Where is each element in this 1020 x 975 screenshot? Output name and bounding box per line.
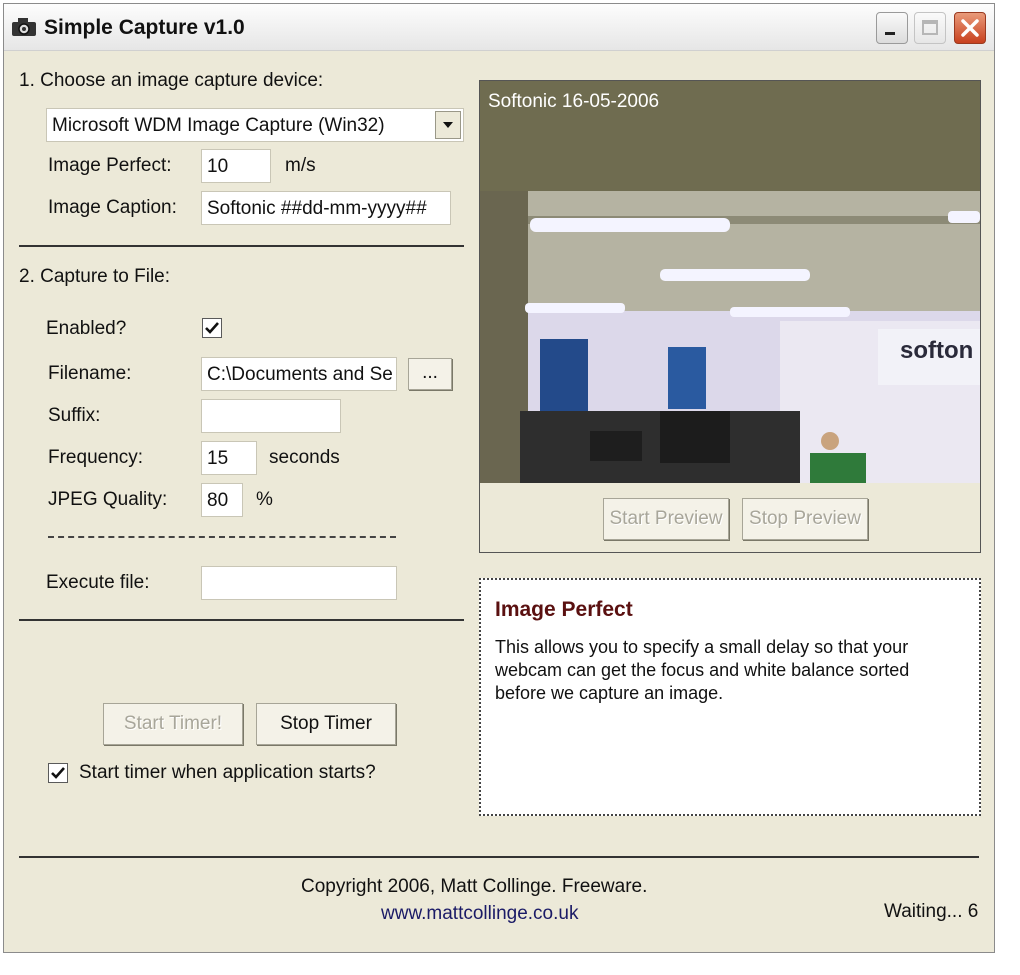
maximize-button[interactable] xyxy=(914,12,946,44)
help-title: Image Perfect xyxy=(495,598,633,621)
image-perfect-input[interactable]: 10 xyxy=(201,149,271,183)
frequency-unit: seconds xyxy=(269,447,340,468)
filename-label: Filename: xyxy=(48,363,132,384)
chevron-down-icon xyxy=(443,122,453,128)
window-title: Simple Capture v1.0 xyxy=(44,16,245,39)
start-preview-button[interactable]: Start Preview xyxy=(603,498,729,540)
execute-file-label: Execute file: xyxy=(46,572,150,593)
image-caption-label: Image Caption: xyxy=(48,197,177,218)
checkmark-icon xyxy=(51,767,65,779)
jpeg-quality-label: JPEG Quality: xyxy=(48,489,168,510)
camera-icon xyxy=(12,18,36,36)
app-window: Simple Capture v1.0 1. Choose an image c… xyxy=(3,3,995,953)
preview-overlay-caption: Softonic 16-05-2006 xyxy=(488,91,660,112)
stop-timer-button[interactable]: Stop Timer xyxy=(256,703,396,745)
device-select[interactable]: Microsoft WDM Image Capture (Win32) xyxy=(46,108,464,142)
jpeg-quality-input[interactable]: 80 xyxy=(201,483,243,517)
minimize-button[interactable] xyxy=(876,12,908,44)
autostart-checkbox[interactable] xyxy=(48,763,68,783)
footer-divider xyxy=(19,856,979,858)
copyright-text: Copyright 2006, Matt Collinge. Freeware. xyxy=(301,876,648,897)
close-icon xyxy=(961,19,979,37)
checkmark-icon xyxy=(205,322,219,334)
website-link[interactable]: www.mattcollinge.co.uk xyxy=(381,903,578,925)
filename-input[interactable]: C:\Documents and Se xyxy=(201,357,397,391)
suffix-label: Suffix: xyxy=(48,405,101,426)
device-section-heading: 1. Choose an image capture device: xyxy=(19,70,324,91)
enabled-checkbox[interactable] xyxy=(202,318,222,338)
execute-file-input[interactable] xyxy=(201,566,397,600)
help-text: This allows you to specify a small delay… xyxy=(495,637,910,703)
webcam-preview-image xyxy=(480,81,980,483)
title-bar[interactable]: Simple Capture v1.0 xyxy=(4,4,994,51)
image-perfect-unit: m/s xyxy=(285,155,316,176)
help-panel: Image Perfect This allows you to specify… xyxy=(479,578,981,816)
start-timer-button[interactable]: Start Timer! xyxy=(103,703,243,745)
device-dropdown-button[interactable] xyxy=(435,111,461,139)
autostart-label: Start timer when application starts? xyxy=(79,762,376,783)
preview-panel: Softonic 16-05-2006 softon Start Preview… xyxy=(479,80,981,553)
section-divider xyxy=(19,245,464,247)
section-divider-2 xyxy=(19,619,464,621)
image-caption-input[interactable]: Softonic ##dd-mm-yyyy## xyxy=(201,191,451,225)
browse-button[interactable]: ... xyxy=(408,358,452,390)
suffix-input[interactable] xyxy=(201,399,341,433)
stop-preview-button[interactable]: Stop Preview xyxy=(742,498,868,540)
frequency-label: Frequency: xyxy=(48,447,144,468)
status-text: Waiting... 6 xyxy=(884,901,979,922)
device-select-value: Microsoft WDM Image Capture (Win32) xyxy=(52,115,385,136)
close-button[interactable] xyxy=(954,12,986,44)
file-section-heading: 2. Capture to File: xyxy=(19,266,171,287)
enabled-label: Enabled? xyxy=(46,318,127,339)
dashed-divider xyxy=(48,536,396,538)
maximize-icon xyxy=(922,20,938,35)
jpeg-quality-unit: % xyxy=(256,489,273,510)
softonic-logo-text: softon xyxy=(900,337,974,364)
image-perfect-label: Image Perfect: xyxy=(48,155,172,176)
minimize-icon xyxy=(885,32,895,35)
frequency-input[interactable]: 15 xyxy=(201,441,257,475)
